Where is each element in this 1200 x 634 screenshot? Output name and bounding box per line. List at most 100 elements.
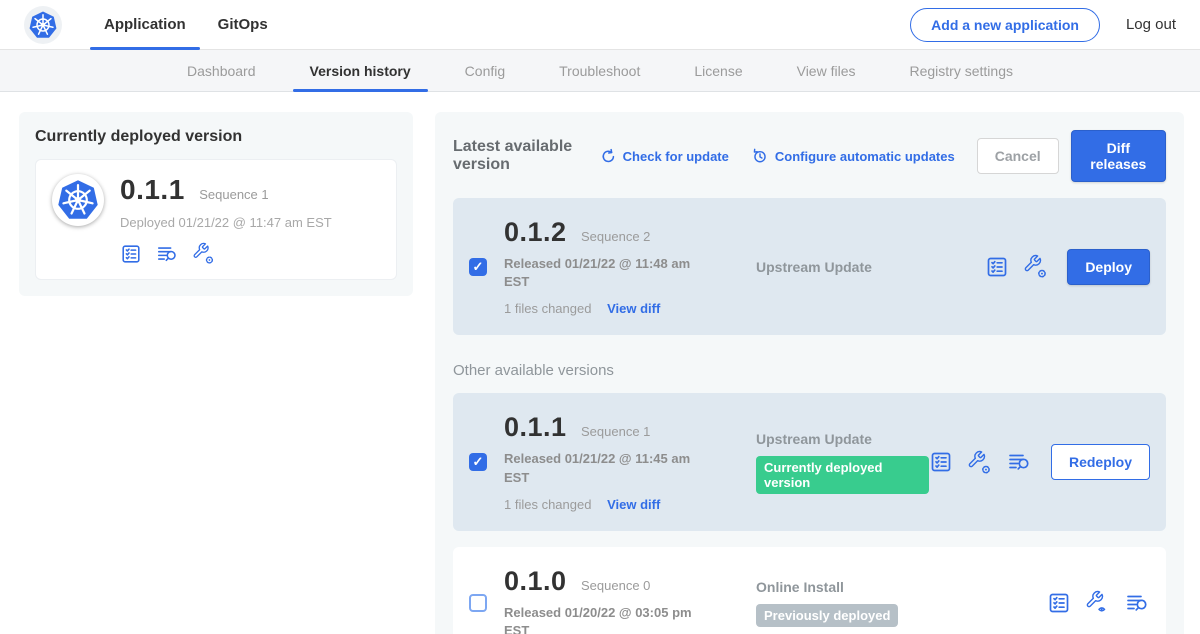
app-subnav: Dashboard Version history Config Trouble… (0, 50, 1200, 92)
header-tabs: Application GitOps (88, 0, 284, 49)
kubernetes-helm-icon (28, 10, 58, 40)
cancel-button[interactable]: Cancel (977, 138, 1059, 174)
files-changed-label: 1 files changed (504, 301, 591, 316)
version-number: 0.1.1 (504, 412, 567, 442)
version-checkbox[interactable] (469, 258, 487, 276)
tab-application[interactable]: Application (88, 0, 202, 49)
version-line: 0.1.2 Sequence 2 (504, 217, 742, 248)
version-actions: Deploy (985, 249, 1150, 285)
files-changed-label: 1 files changed (504, 497, 591, 512)
subnav-version-history[interactable]: Version history (283, 50, 438, 91)
sequence-label: Sequence 0 (581, 578, 650, 593)
subnav-view-files-label: View files (797, 63, 856, 79)
tab-gitops[interactable]: GitOps (202, 0, 284, 49)
version-info: 0.1.1 Sequence 1 Released 01/21/22 @ 11:… (504, 412, 742, 511)
release-notes-icon[interactable] (929, 450, 953, 474)
deployed-timestamp: Deployed 01/21/22 @ 11:47 am EST (120, 215, 332, 230)
subnav-troubleshoot[interactable]: Troubleshoot (532, 50, 667, 91)
config-view-icon[interactable] (1085, 590, 1110, 615)
configure-automatic-updates-link[interactable]: Configure automatic updates (751, 147, 955, 165)
released-timestamp: Released 01/20/22 @ 03:05 pm EST (504, 604, 704, 634)
currently-deployed-panel: Currently deployed version 0.1.1 Sequenc… (19, 112, 413, 296)
subnav-config[interactable]: Config (438, 50, 532, 91)
latest-version-header: Latest available version Check for updat… (453, 130, 1166, 182)
config-settings-icon[interactable] (967, 450, 992, 475)
version-row-0-1-1: 0.1.1 Sequence 1 Released 01/21/22 @ 11:… (453, 393, 1166, 530)
version-checkbox[interactable] (469, 453, 487, 471)
deployed-version-line: 0.1.1 Sequence 1 (120, 174, 332, 206)
subnav-view-files[interactable]: View files (770, 50, 883, 91)
source-label: Upstream Update (756, 431, 929, 447)
check-for-update-link[interactable]: Check for update (600, 148, 729, 165)
sequence-label: Sequence 2 (581, 229, 650, 244)
main-content: Currently deployed version 0.1.1 Sequenc… (0, 92, 1200, 634)
version-line: 0.1.0 Sequence 0 (504, 566, 742, 597)
deployed-version-body: 0.1.1 Sequence 1 Deployed 01/21/22 @ 11:… (120, 174, 332, 265)
deployed-version-card: 0.1.1 Sequence 1 Deployed 01/21/22 @ 11:… (35, 159, 397, 280)
refresh-icon (600, 148, 617, 165)
config-settings-icon[interactable] (192, 242, 215, 265)
app-icon-badge (52, 174, 104, 226)
subnav-troubleshoot-label: Troubleshoot (559, 63, 640, 79)
configure-automatic-updates-label: Configure automatic updates (775, 149, 955, 164)
files-changed-line: 1 files changed View diff (504, 301, 742, 316)
source-label: Upstream Update (756, 259, 985, 275)
tab-application-label: Application (104, 16, 186, 33)
version-row-0-1-2: 0.1.2 Sequence 2 Released 01/21/22 @ 11:… (453, 198, 1166, 335)
subnav-registry-settings[interactable]: Registry settings (883, 50, 1040, 91)
subnav-config-label: Config (465, 63, 505, 79)
files-changed-line: 1 files changed View diff (504, 497, 742, 512)
diff-releases-button[interactable]: Diff releases (1071, 130, 1166, 182)
sequence-label: Sequence 1 (581, 424, 650, 439)
version-actions: Redeploy (929, 444, 1150, 480)
deploy-button[interactable]: Deploy (1067, 249, 1150, 285)
auto-update-clock-icon (751, 147, 769, 165)
currently-deployed-badge: Currently deployed version (756, 456, 929, 494)
subnav-version-history-label: Version history (310, 63, 411, 79)
latest-version-title: Latest available version (453, 138, 582, 174)
version-number: 0.1.2 (504, 217, 567, 247)
subnav-dashboard[interactable]: Dashboard (160, 50, 283, 91)
view-files-diff-icon[interactable] (1006, 450, 1032, 474)
source-label: Online Install (756, 579, 1047, 595)
release-notes-icon[interactable] (1047, 591, 1071, 615)
view-files-diff-icon[interactable] (155, 243, 179, 265)
kubernetes-logo (24, 6, 62, 44)
version-checkbox[interactable] (469, 594, 487, 612)
view-diff-link[interactable]: View diff (607, 301, 660, 316)
version-line: 0.1.1 Sequence 1 (504, 412, 742, 443)
version-source: Upstream Update (742, 259, 985, 275)
deployed-version-actions (120, 242, 332, 265)
subnav-dashboard-label: Dashboard (187, 63, 256, 79)
version-row-0-1-0: 0.1.0 Sequence 0 Released 01/20/22 @ 03:… (453, 547, 1166, 634)
logout-link[interactable]: Log out (1126, 16, 1176, 33)
available-versions-panel: Latest available version Check for updat… (435, 112, 1184, 634)
other-versions-title: Other available versions (453, 362, 1166, 379)
deployed-version-number: 0.1.1 (120, 174, 185, 205)
version-info: 0.1.0 Sequence 0 Released 01/20/22 @ 03:… (504, 566, 742, 634)
subnav-license[interactable]: License (667, 50, 769, 91)
currently-deployed-title: Currently deployed version (35, 128, 397, 146)
redeploy-button[interactable]: Redeploy (1051, 444, 1150, 480)
version-info: 0.1.2 Sequence 2 Released 01/21/22 @ 11:… (504, 217, 742, 316)
view-diff-link[interactable]: View diff (607, 497, 660, 512)
released-timestamp: Released 01/21/22 @ 11:48 am EST (504, 255, 704, 291)
version-source: Upstream Update Currently deployed versi… (742, 431, 929, 494)
released-timestamp: Released 01/21/22 @ 11:45 am EST (504, 450, 704, 486)
view-files-diff-icon[interactable] (1124, 591, 1150, 615)
top-header: Application GitOps Add a new application… (0, 0, 1200, 50)
subnav-registry-settings-label: Registry settings (910, 63, 1013, 79)
check-for-update-label: Check for update (623, 149, 729, 164)
release-notes-icon[interactable] (120, 243, 142, 265)
release-notes-icon[interactable] (985, 255, 1009, 279)
version-number: 0.1.0 (504, 566, 567, 596)
deployed-sequence-label: Sequence 1 (199, 187, 268, 202)
add-application-button[interactable]: Add a new application (910, 8, 1100, 42)
subnav-license-label: License (694, 63, 742, 79)
app-window: Application GitOps Add a new application… (0, 0, 1200, 634)
kubernetes-helm-icon (56, 178, 100, 222)
config-settings-icon[interactable] (1023, 254, 1048, 279)
tab-gitops-label: GitOps (218, 16, 268, 33)
previously-deployed-badge: Previously deployed (756, 604, 898, 627)
version-actions (1047, 590, 1150, 615)
